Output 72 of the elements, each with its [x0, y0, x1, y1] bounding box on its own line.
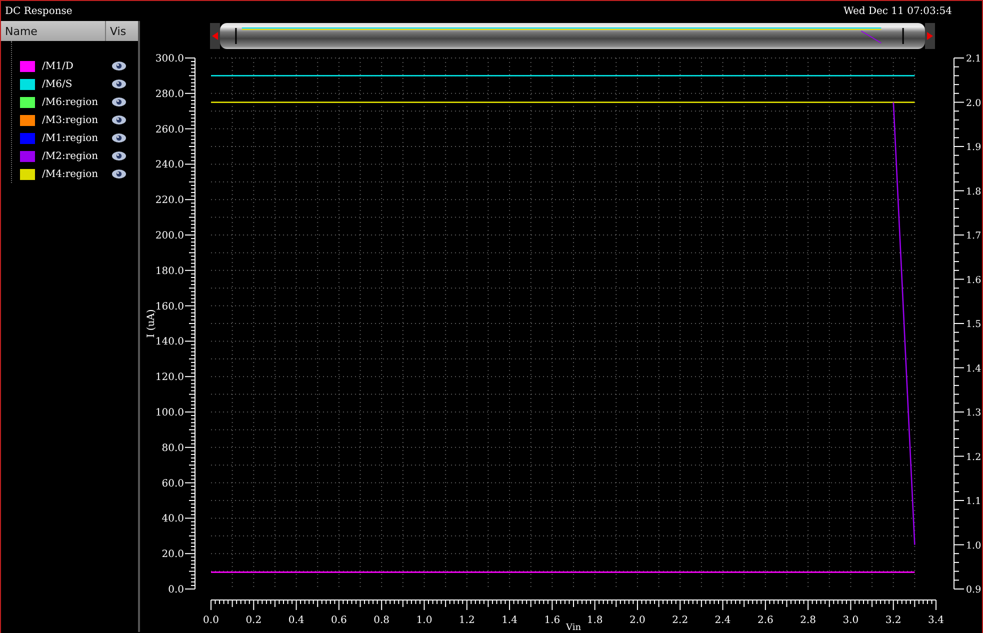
axis-label: 0.4 [288, 615, 304, 626]
axis-label: 240.0 [155, 160, 184, 171]
axis-title: I (uA) [146, 309, 157, 338]
axis-label: 0.8 [374, 615, 390, 626]
axis-label: 20.0 [162, 549, 184, 560]
axis-label: 280.0 [155, 88, 184, 100]
axis-label: 1.9 [966, 142, 982, 153]
axis-label: 40.0 [162, 514, 184, 525]
signal-name[interactable]: /M2:region [42, 150, 112, 162]
timestamp: Wed Dec 11 07:03:54 [844, 6, 952, 16]
signal-name[interactable]: /M6:region [42, 96, 112, 108]
axis-label: 1.6 [544, 615, 560, 626]
scroll-right-button[interactable] [925, 23, 935, 49]
column-header[interactable]: Vis [106, 24, 138, 38]
axis-label: 0.2 [246, 615, 262, 626]
eye-icon[interactable] [112, 61, 126, 71]
axis-label: 3.4 [928, 615, 944, 626]
axis-label: 3.2 [885, 615, 902, 626]
axis-label: 260.0 [155, 124, 184, 136]
scroll-left-button[interactable] [210, 23, 220, 49]
axis-label: 1.4 [966, 363, 982, 374]
axis-label: 160.0 [155, 301, 184, 312]
axis-label: 1.8 [966, 186, 982, 198]
axis-label: 1.1 [966, 496, 982, 507]
eye-icon[interactable] [112, 133, 126, 143]
eye-icon[interactable] [112, 151, 126, 161]
axis-label: 2.6 [757, 615, 774, 626]
axis-label: 140.0 [155, 336, 184, 348]
eye-icon[interactable] [112, 97, 126, 107]
axis-label: 0.9 [966, 584, 982, 596]
axis-label: 1.5 [966, 319, 982, 330]
window-title: DC Response [5, 6, 72, 16]
axis-label: 1.0 [416, 615, 432, 626]
axis-label: 1.3 [966, 408, 982, 418]
axis-label: 80.0 [162, 442, 184, 454]
axis-label: 1.2 [458, 615, 475, 626]
axis-label: 0.0 [203, 615, 219, 626]
axis-label: 120.0 [155, 372, 184, 384]
axis-label: 0.6 [331, 615, 347, 626]
axis-label: 180.0 [155, 266, 184, 277]
scrollbar-thumb[interactable] [220, 23, 925, 49]
triangle-icon [212, 32, 218, 40]
axis-label: 2.0 [630, 615, 646, 626]
axis-label: 2.4 [714, 615, 731, 626]
signal-name[interactable]: /M4:region [42, 168, 112, 180]
axis-label: 1.8 [586, 615, 603, 626]
eye-icon[interactable] [112, 79, 126, 89]
axis-label: 2.8 [800, 615, 816, 626]
axis-label: 1.2 [966, 452, 982, 463]
axis-label: 1.6 [966, 274, 982, 286]
axis-label: 2.1 [966, 54, 982, 64]
axis-label: 60.0 [162, 478, 184, 490]
axis-label: 300.0 [155, 54, 184, 64]
eye-icon[interactable] [112, 169, 126, 179]
eye-icon[interactable] [112, 115, 126, 125]
axis-label: 1.4 [502, 615, 518, 626]
axis-label: 2.0 [966, 98, 982, 109]
axis-title: Vin [566, 623, 582, 632]
signal-name[interactable]: /M1:region [42, 132, 112, 144]
axis-label: 2.2 [672, 615, 688, 626]
axis-label: 0.0 [168, 584, 184, 596]
signal-name[interactable]: /M1/D [42, 60, 112, 72]
signal-name[interactable]: /M3:region [42, 114, 112, 126]
axis-label: 1.0 [966, 540, 982, 552]
axis-label: 220.0 [155, 195, 184, 206]
column-header[interactable]: Name [1, 21, 106, 41]
axis-label: 100.0 [155, 408, 184, 418]
axis-label: 200.0 [155, 230, 184, 242]
signal-name[interactable]: /M6/S [42, 78, 112, 90]
axis-label: 3.0 [842, 615, 859, 626]
axis-label: 1.7 [966, 230, 982, 242]
triangle-icon [927, 32, 933, 40]
